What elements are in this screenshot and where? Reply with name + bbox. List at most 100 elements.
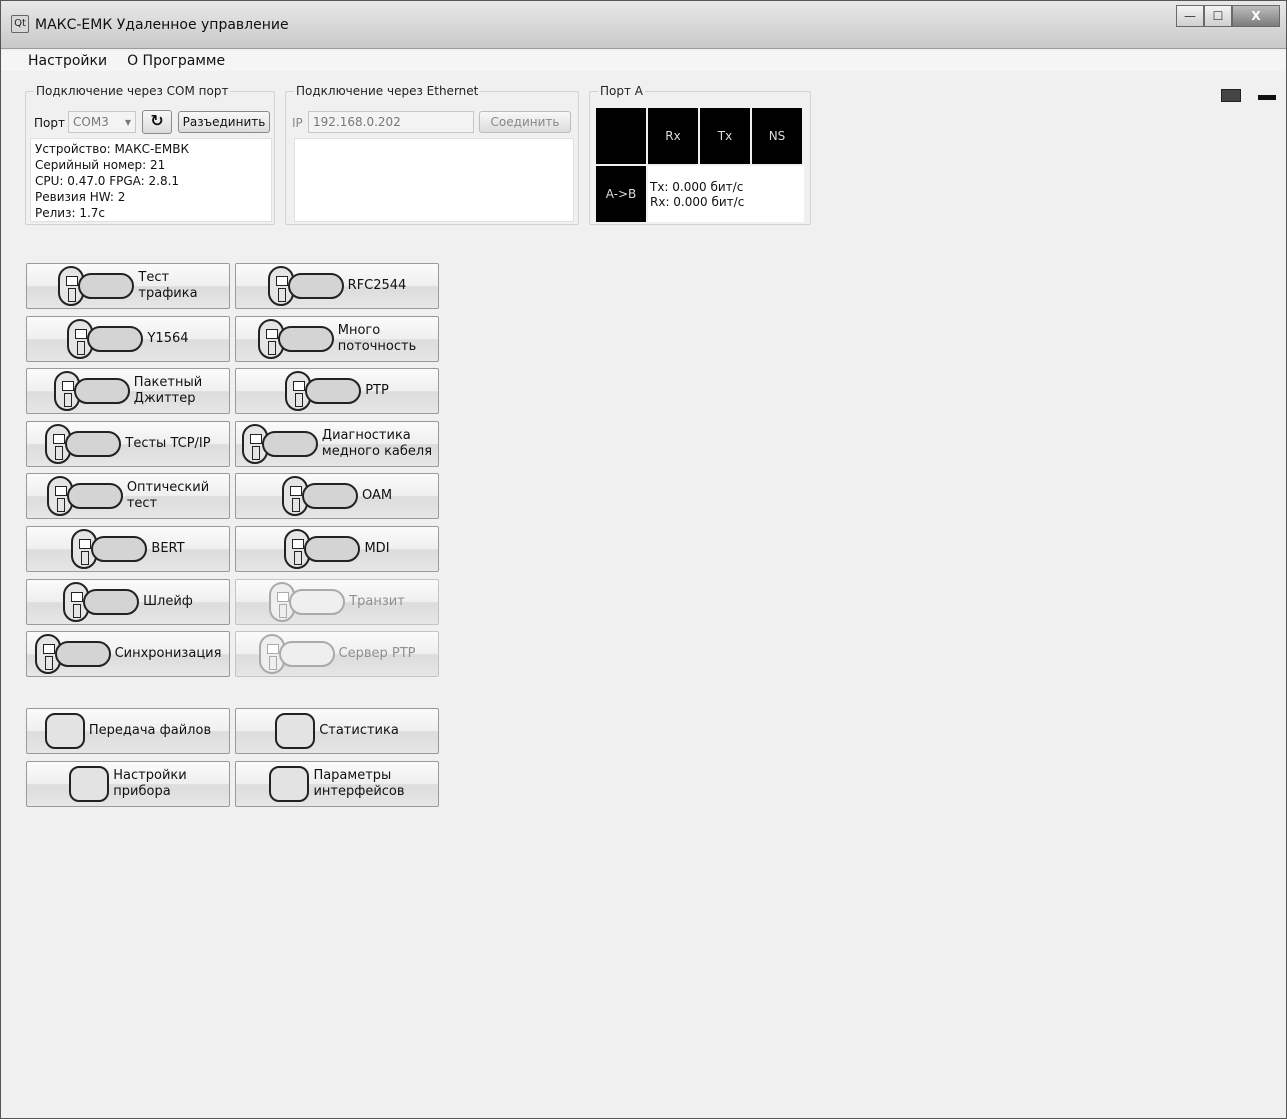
button-label: RFC2544 [347,278,407,293]
rfc2544-icon [267,266,344,306]
app-icon: Qt [11,15,29,33]
loopback-button[interactable]: Шлейф [26,578,230,625]
button-label: Пакетный Джиттер [133,375,203,407]
packet-jitter-icon [53,371,130,412]
packet-jitter-button[interactable]: Пакетный Джиттер [26,368,230,415]
port-a-header-empty [596,108,646,164]
button-label: Передача файлов [88,723,212,738]
tcpip-tests-button[interactable]: Тесты TCP/IP [26,420,230,467]
bert-button[interactable]: BERT [26,526,230,572]
sync-icon [34,634,111,675]
sync-button[interactable]: Синхронизация [26,631,230,678]
ethernet-info [294,138,574,222]
chevron-down-icon: ▾ [124,115,131,129]
device-settings-icon [69,766,110,802]
ip-input[interactable]: 192.168.0.202 [308,111,474,133]
file-transfer-button[interactable]: Передача файлов [26,708,230,754]
y1564-icon [67,318,144,359]
button-label: Тест трафика [138,270,198,301]
port-a-group: Порт А Rx Tx NS A->B Tx: 0.000 бит/с Rx:… [589,84,811,225]
copper-cable-button[interactable]: Диагностика медного кабеля [235,420,439,467]
button-label: Статистика [319,723,399,738]
device-settings-button[interactable]: Настройки прибора [26,761,230,807]
multistream-icon [257,318,334,359]
ip-label: IP [292,116,303,130]
com-group: Подключение через COM порт Порт COM3 ▾ ↻… [25,84,275,225]
port-label: Порт [34,116,65,130]
port-a-rx: Rx: 0.000 бит/с [650,195,745,209]
transit-button[interactable]: Транзит [235,578,439,625]
rfc2544-button[interactable]: RFC2544 [235,263,439,309]
button-label: Настройки прибора [113,768,187,799]
minimize-button[interactable]: — [1176,5,1204,27]
device-info-line: Релиз: 1.7с [35,206,106,220]
button-label: BERT [151,541,185,556]
tcpip-tests-icon [45,423,122,464]
bert-icon [71,529,148,569]
device-info-line: Устройство: МАКС-ЕМВК [35,142,189,156]
close-button[interactable]: X [1232,5,1280,27]
title-bar: Qt МАКС-ЕМК Удаленное управление — ☐ X [1,1,1286,49]
button-label: Много поточность [337,322,417,354]
copper-cable-icon [241,423,318,464]
port-select[interactable]: COM3 ▾ [68,111,136,133]
port-a-header-ns: NS [752,108,802,164]
loopback-icon [63,581,140,622]
button-label: Тесты TCP/IP [125,435,211,451]
menu-about[interactable]: О Программе [117,53,235,69]
button-label: PTP [365,383,389,399]
mdi-button[interactable]: MDI [235,526,439,572]
optical-test-button[interactable]: Оптический тест [26,473,230,520]
ethernet-group-title: Подключение через Ethernet [294,84,481,98]
file-transfer-icon [44,713,85,749]
maximize-button[interactable]: ☐ [1204,5,1232,27]
window-controls: — ☐ X [1176,5,1280,27]
port-a-rates: Tx: 0.000 бит/с Rx: 0.000 бит/с [648,166,804,222]
transit-icon [269,581,346,622]
refresh-icon[interactable]: ↻ [142,110,172,134]
multistream-button[interactable]: Много поточность [235,315,439,362]
button-label: Y1564 [147,330,189,346]
optical-test-icon [46,476,123,517]
port-value: COM3 [73,115,109,129]
ptp-server-button[interactable]: Сервер PTP [235,631,439,678]
port-a-direction: A->B [596,166,646,222]
button-label: Сервер PTP [338,646,416,662]
button-label: Шлейф [143,593,193,609]
ptp-icon [285,371,362,412]
port-a-title: Порт А [598,84,645,98]
y1564-button[interactable]: Y1564 [26,315,230,362]
device-info-line: Серийный номер: 21 [35,158,166,172]
button-label: MDI [364,541,390,556]
oam-button[interactable]: OAM [235,473,439,520]
mdi-icon [284,529,361,569]
ptp-button[interactable]: PTP [235,368,439,415]
traffic-test-button[interactable]: Тест трафика [26,263,230,309]
button-label: Оптический тест [126,480,210,512]
device-info-line: Ревизия HW: 2 [35,190,126,204]
window-title: МАКС-ЕМК Удаленное управление [35,17,289,33]
interface-params-button[interactable]: Параметры интерфейсов [235,761,439,807]
ethernet-group: Подключение через Ethernet IP 192.168.0.… [285,84,579,225]
button-label: Параметры интерфейсов [313,768,405,799]
button-label: Диагностика медного кабеля [321,427,433,459]
oam-icon [281,476,358,517]
menu-bar: Настройки О Программе [1,51,1286,71]
uk-flag-icon[interactable] [1221,89,1241,102]
app-window: Qt МАКС-ЕМК Удаленное управление — ☐ X Н… [0,0,1287,1119]
device-info: Устройство: МАКС-ЕМВК Серийный номер: 21… [30,138,272,222]
dash-icon[interactable] [1258,95,1276,100]
ptp-server-icon [258,634,335,675]
button-label: Транзит [349,593,405,609]
menu-settings[interactable]: Настройки [1,53,117,69]
traffic-test-icon [58,266,135,306]
port-a-header-tx: Tx [700,108,750,164]
statistics-icon [275,713,316,749]
button-label: OAM [361,488,393,504]
disconnect-button[interactable]: Разъединить [178,111,270,133]
button-label: Синхронизация [114,646,222,662]
statistics-button[interactable]: Статистика [235,708,439,754]
port-a-header-rx: Rx [648,108,698,164]
interface-params-icon [269,766,310,802]
connect-button[interactable]: Соединить [479,111,571,133]
